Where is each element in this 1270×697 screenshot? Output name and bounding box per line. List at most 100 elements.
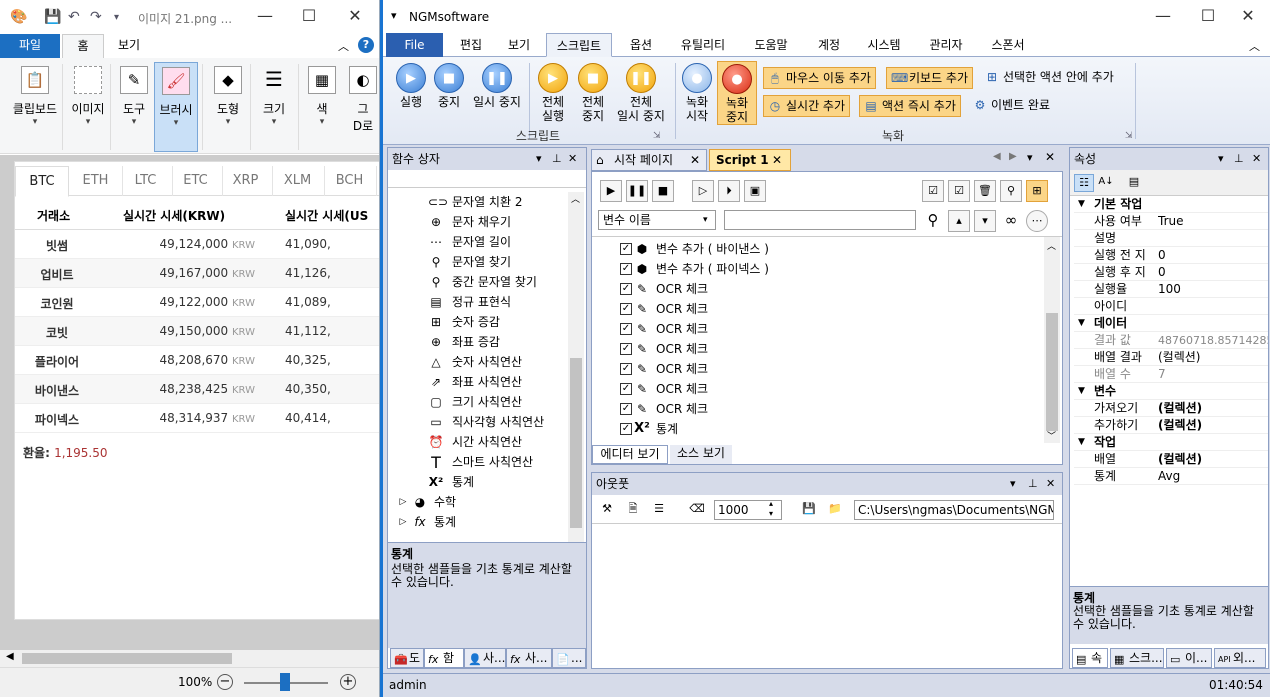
prop-row[interactable]: 실행 후 지0 bbox=[1074, 264, 1268, 281]
close-icon[interactable]: ✕ bbox=[772, 150, 782, 170]
pin-icon[interactable]: ⊥ bbox=[1234, 148, 1244, 170]
undo-icon[interactable]: ↶ bbox=[68, 9, 80, 25]
paint3d-button[interactable]: ◐ 그 D로 bbox=[346, 62, 379, 152]
tree-view-icon[interactable]: ⊞ bbox=[1026, 180, 1048, 202]
quick-access-dropdown-icon[interactable]: ▾ bbox=[114, 12, 119, 23]
more-icon[interactable]: ⋯ bbox=[1026, 210, 1048, 232]
scroll-left-icon[interactable]: ◀ bbox=[6, 651, 14, 662]
stop-icon[interactable]: ■ bbox=[652, 180, 674, 202]
list-icon[interactable]: ☰ bbox=[648, 499, 670, 521]
check-all-icon[interactable]: ☑ bbox=[922, 180, 944, 202]
tab-script-1[interactable]: Script 1 ✕ bbox=[709, 149, 791, 171]
image-button[interactable]: 이미지 ▾ bbox=[66, 62, 110, 152]
prop-row[interactable]: 추가하기 (컬렉션) bbox=[1074, 417, 1268, 434]
checkbox[interactable]: ✓ bbox=[620, 403, 632, 415]
move-up-icon[interactable]: ▴ bbox=[948, 210, 970, 232]
step-icon[interactable]: ▷ bbox=[692, 180, 714, 202]
infinity-icon[interactable]: ∞ bbox=[1000, 210, 1022, 232]
add-mouse-move-button[interactable]: 🖱 마우스 이동 추가 bbox=[763, 67, 876, 89]
property-pages-icon[interactable]: ▤ bbox=[1124, 174, 1144, 192]
maximize-icon[interactable]: ☐ bbox=[1188, 6, 1228, 25]
scrollbar-thumb[interactable] bbox=[570, 358, 582, 528]
prop-row[interactable]: 가져오기 (컬렉션) bbox=[1074, 400, 1268, 417]
tab-scroll-right-icon[interactable]: ▶ bbox=[1009, 151, 1017, 162]
menu-file[interactable]: File bbox=[386, 33, 443, 57]
record-stop-button[interactable]: ● 녹화 중지 bbox=[717, 61, 757, 125]
tab-external[interactable]: API 외... bbox=[1214, 648, 1266, 668]
menu-account[interactable]: 계정 bbox=[809, 33, 849, 57]
menu-script[interactable]: 스크립트 bbox=[546, 33, 612, 57]
checkbox[interactable]: ✓ bbox=[620, 263, 632, 275]
category-data[interactable]: ▼ 데이터 bbox=[1074, 315, 1268, 332]
close-icon[interactable]: ✕ bbox=[1252, 148, 1261, 170]
prop-row[interactable]: 배열 (컬렉션) bbox=[1074, 451, 1268, 468]
checkbox[interactable]: ✓ bbox=[620, 243, 632, 255]
colors-button[interactable]: ▦ 색 ▾ bbox=[300, 62, 344, 152]
eraser-icon[interactable]: ⌫ bbox=[686, 499, 708, 521]
move-down-icon[interactable]: ▾ bbox=[974, 210, 996, 232]
pause-button[interactable]: ❚❚ 일시 중지 bbox=[469, 61, 525, 109]
output-line-count[interactable]: 1000 ▴ ▾ bbox=[714, 499, 782, 520]
stop-all-button[interactable]: ■ 전체 중지 bbox=[573, 61, 613, 123]
tab-script-list[interactable]: ▦ 스크... bbox=[1110, 648, 1164, 668]
tree-group-statistics[interactable]: ▷ fx 통계 bbox=[398, 512, 558, 532]
tab-start-page[interactable]: ⌂ 시작 페이지 ✕ bbox=[591, 149, 707, 171]
checkbox[interactable]: ✓ bbox=[620, 323, 632, 335]
add-in-selected-action-button[interactable]: ⊞ 선택한 액션 안에 추가 bbox=[981, 67, 1118, 89]
prop-row[interactable]: 배열 결과 (컬렉션) bbox=[1074, 349, 1268, 366]
panel-menu-icon[interactable]: ▾ bbox=[1218, 148, 1224, 170]
categorized-icon[interactable]: ☷ bbox=[1074, 174, 1094, 192]
collapse-ribbon-icon[interactable]: ︿ bbox=[338, 38, 349, 54]
search-icon[interactable]: ⚲ bbox=[922, 210, 944, 232]
add-realtime-button[interactable]: ◷ 실시간 추가 bbox=[763, 95, 851, 117]
tab-toolbox[interactable]: 🧰 도 bbox=[390, 648, 424, 668]
prop-row[interactable]: 실행율 100 bbox=[1074, 281, 1268, 298]
run-all-button[interactable]: ▶ 전체 실행 bbox=[533, 61, 573, 123]
menu-view[interactable]: 보기 bbox=[499, 33, 539, 57]
tab-scroll-left-icon[interactable]: ◀ bbox=[993, 151, 1001, 162]
menu-admin[interactable]: 관리자 bbox=[921, 33, 971, 57]
checkbox[interactable]: ✓ bbox=[620, 423, 632, 435]
tab-more[interactable]: 📄... bbox=[552, 648, 586, 668]
paint-horizontal-scrollbar[interactable]: ◀ bbox=[0, 650, 379, 667]
prop-row[interactable]: 설명 bbox=[1074, 230, 1268, 247]
redo-icon[interactable]: ↷ bbox=[90, 9, 102, 25]
run-button[interactable]: ▶ 실행 bbox=[389, 61, 433, 109]
scroll-up-icon[interactable]: ︿ bbox=[571, 192, 580, 205]
prop-row[interactable]: 통계 Avg bbox=[1074, 468, 1268, 485]
panel-menu-icon[interactable]: ▾ bbox=[536, 148, 542, 170]
prop-row[interactable]: 결과 값48760718.857142858 bbox=[1074, 332, 1268, 349]
category-basic[interactable]: ▼ 기본 작업 bbox=[1074, 196, 1268, 213]
delete-icon[interactable]: 🗑 bbox=[974, 180, 996, 202]
tab-file[interactable]: 파일 bbox=[0, 34, 60, 58]
menu-system[interactable]: 시스템 bbox=[859, 33, 909, 57]
check-selected-icon[interactable]: ☑ bbox=[948, 180, 970, 202]
save-icon[interactable]: 💾 bbox=[798, 499, 820, 521]
minimize-icon[interactable]: — bbox=[250, 6, 280, 25]
scroll-down-icon[interactable]: ﹀ bbox=[1047, 429, 1056, 442]
tab-user[interactable]: 👤 사... bbox=[464, 648, 506, 668]
close-icon[interactable]: ✕ bbox=[340, 6, 370, 25]
quick-access-dropdown-icon[interactable]: ▾ bbox=[391, 9, 397, 22]
menu-options[interactable]: 옵션 bbox=[621, 33, 661, 57]
script-search-input[interactable] bbox=[724, 210, 916, 230]
folder-icon[interactable]: 📁 bbox=[824, 499, 846, 521]
zoom-out-icon[interactable]: − bbox=[217, 674, 233, 690]
tools-button[interactable]: ✎ 도구 ▾ bbox=[112, 62, 156, 152]
zoom-slider-thumb[interactable] bbox=[280, 673, 290, 691]
add-keyboard-button[interactable]: ⌨ 키보드 추가 bbox=[886, 67, 974, 89]
prop-row[interactable]: 배열 수7 bbox=[1074, 366, 1268, 383]
step-over-icon[interactable]: ▣ bbox=[744, 180, 766, 202]
checkbox[interactable]: ✓ bbox=[620, 303, 632, 315]
close-icon[interactable]: ✕ bbox=[568, 148, 577, 170]
category-variable[interactable]: ▼ 변수 bbox=[1074, 383, 1268, 400]
tab-editor-view[interactable]: 에디터 보기 bbox=[592, 445, 668, 464]
zoom-in-icon[interactable]: + bbox=[340, 674, 356, 690]
brushes-button[interactable]: 🖌 브러시 ▾ bbox=[154, 62, 198, 152]
spin-down-icon[interactable]: ▾ bbox=[769, 509, 773, 519]
checkbox[interactable]: ✓ bbox=[620, 343, 632, 355]
maximize-icon[interactable]: ☐ bbox=[294, 6, 324, 25]
size-button[interactable]: ☰ 크기 ▾ bbox=[252, 62, 296, 152]
clipboard-button[interactable]: 📋 클립보드 ▾ bbox=[10, 62, 60, 152]
menu-sponsor[interactable]: 스폰서 bbox=[983, 33, 1033, 57]
